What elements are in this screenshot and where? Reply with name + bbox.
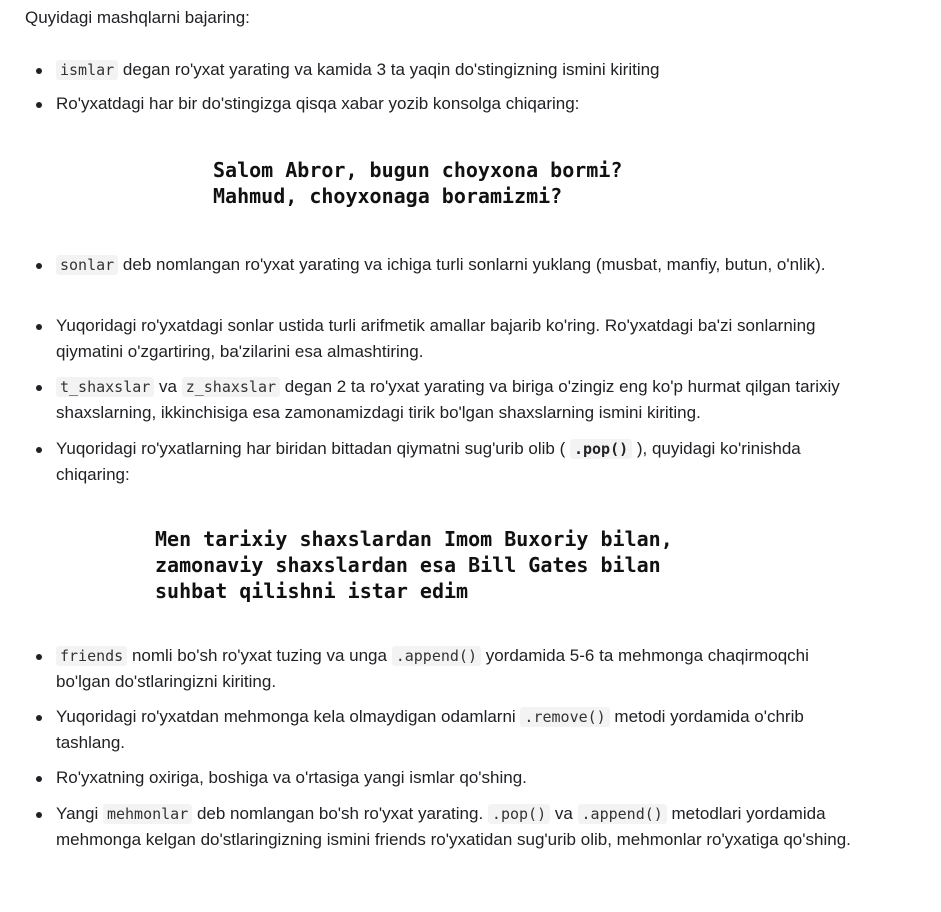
output-line: zamonaviy shaxslardan esa Bill Gates bil… bbox=[155, 553, 661, 577]
item-text: deb nomlangan ro'yxat yarating va ichiga… bbox=[118, 255, 826, 274]
list-item: t_shaxslar va z_shaxslar degan 2 ta ro'y… bbox=[36, 374, 856, 426]
inline-code: friends bbox=[56, 646, 128, 666]
list-item: Ro'yxatning oxiriga, boshiga va o'rtasig… bbox=[36, 765, 856, 791]
list-item: Yuqoridagi ro'yxatdan mehmonga kela olma… bbox=[36, 704, 856, 756]
code-output-example: Salom Abror, bugun choyxona bormi? Mahmud… bbox=[213, 157, 622, 209]
code-output-example: Men tarixiy shaxslardan Imom Buxoriy bil… bbox=[155, 526, 673, 604]
item-text: nomli bo'sh ro'yxat tuzing va unga bbox=[127, 646, 392, 665]
item-text: Yuqoridagi ro'yxatlarning har biridan bi… bbox=[56, 439, 570, 458]
inline-code: mehmonlar bbox=[102, 804, 193, 824]
inline-code: .pop() bbox=[487, 804, 551, 824]
output-line: Salom Abror, bugun choyxona bormi? bbox=[213, 158, 623, 182]
inline-code: .append() bbox=[391, 646, 481, 666]
inline-code: ismlar bbox=[56, 60, 119, 80]
list-item: Yuqoridagi ro'yxatlarning har biridan bi… bbox=[36, 436, 856, 488]
inline-code: z_shaxslar bbox=[181, 377, 281, 397]
inline-code: .append() bbox=[577, 804, 667, 824]
inline-code: sonlar bbox=[56, 255, 119, 275]
output-line: Mahmud, choyxonaga boramizmi? bbox=[213, 184, 563, 208]
item-text: va bbox=[550, 804, 578, 823]
intro-text: Quyidagi mashqlarni bajaring: bbox=[25, 8, 250, 27]
item-text: Yuqoridagi ro'yxatdan mehmonga kela olma… bbox=[56, 707, 521, 726]
item-text: Yuqoridagi ro'yxatdagi sonlar ustida tur… bbox=[56, 316, 816, 361]
item-text: Ro'yxatning oxiriga, boshiga va o'rtasig… bbox=[56, 768, 527, 787]
list-item: Ro'yxatdagi har bir do'stingizga qisqa x… bbox=[36, 91, 856, 117]
exercise-page: Quyidagi mashqlarni bajaring: ismlar deg… bbox=[0, 0, 941, 912]
list-item: Yuqoridagi ro'yxatdagi sonlar ustida tur… bbox=[36, 313, 856, 365]
list-item: sonlar deb nomlangan ro'yxat yarating va… bbox=[36, 252, 856, 278]
item-text: Yangi bbox=[56, 804, 103, 823]
output-line: Men tarixiy shaxslardan Imom Buxoriy bil… bbox=[155, 527, 673, 551]
inline-code: .remove() bbox=[520, 707, 610, 727]
list-item: Yangi mehmonlar deb nomlangan bo'sh ro'y… bbox=[36, 801, 856, 853]
item-text: degan ro'yxat yarating va kamida 3 ta ya… bbox=[118, 60, 660, 79]
item-text: Ro'yxatdagi har bir do'stingizga qisqa x… bbox=[56, 94, 580, 113]
output-line: suhbat qilishni istar edim bbox=[155, 579, 469, 603]
list-item: ismlar degan ro'yxat yarating va kamida … bbox=[36, 57, 856, 83]
inline-code: t_shaxslar bbox=[56, 377, 155, 397]
item-text: deb nomlangan bo'sh ro'yxat yarating. bbox=[192, 804, 488, 823]
list-item: friends nomli bo'sh ro'yxat tuzing va un… bbox=[36, 643, 856, 695]
inline-code: .pop() bbox=[569, 439, 633, 459]
item-text: va bbox=[154, 377, 182, 396]
